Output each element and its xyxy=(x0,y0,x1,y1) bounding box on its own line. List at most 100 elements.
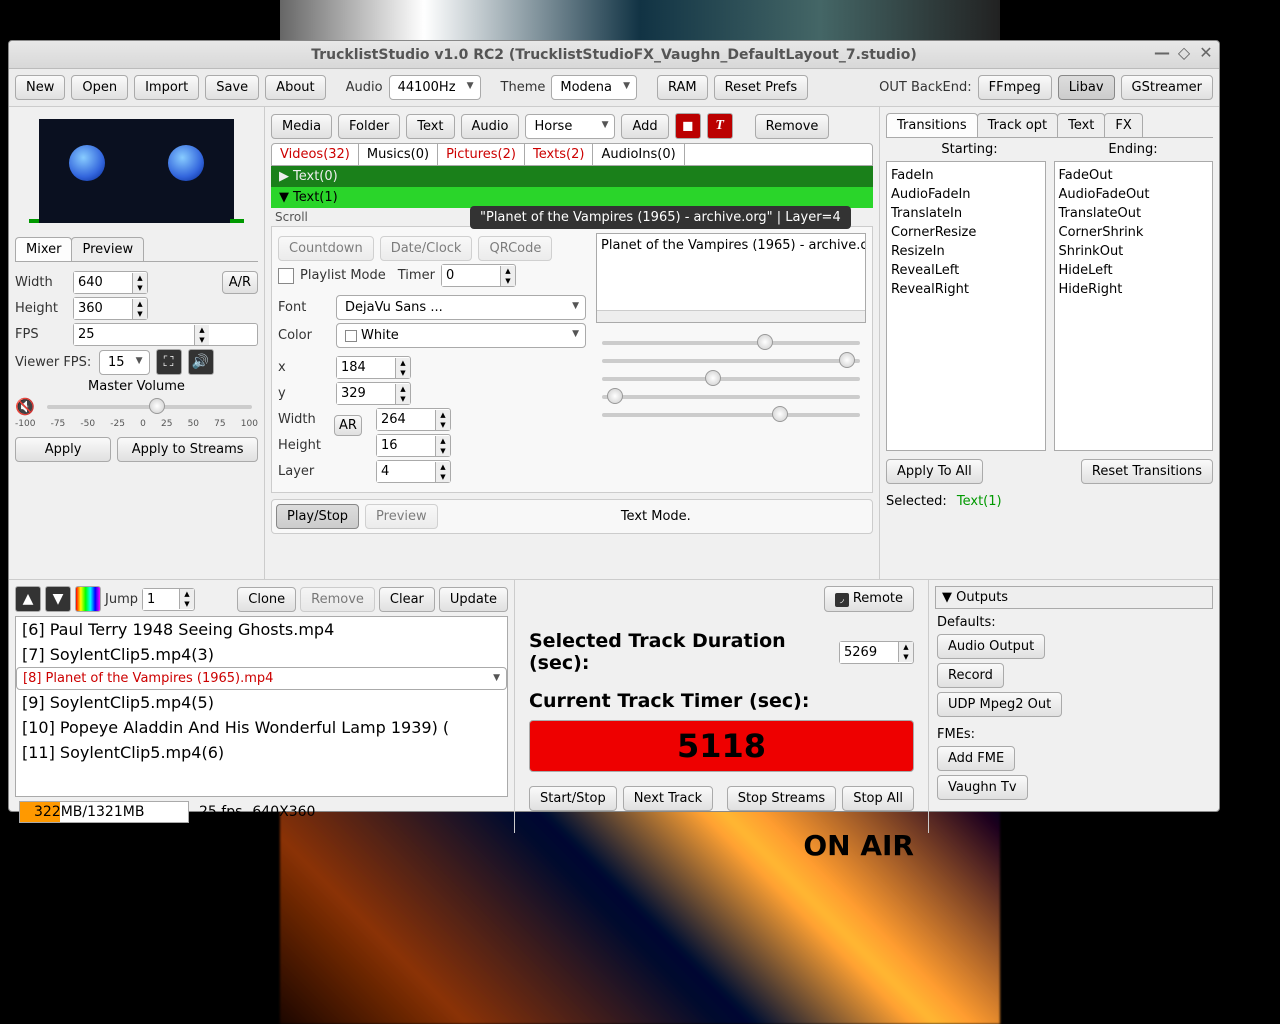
y-input[interactable]: ▲▼ xyxy=(336,382,411,405)
new-button[interactable]: New xyxy=(15,75,65,100)
color-bars-icon[interactable] xyxy=(75,586,101,612)
nexttrack-button[interactable]: Next Track xyxy=(623,786,713,811)
preview-text-button[interactable]: Preview xyxy=(365,504,438,529)
font-select[interactable]: DejaVu Sans ... xyxy=(336,295,586,320)
trackopt-tab[interactable]: Track opt xyxy=(977,113,1058,137)
width-input[interactable]: ▲▼ xyxy=(73,271,148,294)
starting-list[interactable]: FadeInAudioFadeInTranslateInCornerResize… xyxy=(886,161,1046,451)
minimize-icon[interactable]: — xyxy=(1153,44,1171,62)
transitions-tab[interactable]: Transitions xyxy=(886,113,978,137)
videos-tab[interactable]: Videos(32) xyxy=(272,144,359,165)
tree-text1[interactable]: ▼Text(1) xyxy=(271,187,873,208)
apply-button[interactable]: Apply xyxy=(15,437,111,462)
h-input[interactable]: ▲▼ xyxy=(376,434,451,457)
timer-input[interactable]: ▲▼ xyxy=(441,264,516,287)
list-item[interactable]: [10] Popeye Aladdin And His Wonderful La… xyxy=(16,715,507,740)
list-item[interactable]: [8] Planet of the Vampires (1965).mp4 xyxy=(16,667,507,690)
udp-button[interactable]: UDP Mpeg2 Out xyxy=(937,692,1062,717)
playlist[interactable]: [6] Paul Terry 1948 Seeing Ghosts.mp4 [7… xyxy=(15,616,508,797)
tree-text0[interactable]: ▶Text(0) xyxy=(271,166,873,187)
ar-text-button[interactable]: AR xyxy=(334,415,362,436)
jump-input[interactable]: ▲▼ xyxy=(142,588,195,611)
viewerfps-select[interactable]: 15 xyxy=(99,350,150,375)
fps-input[interactable]: ▲▼ xyxy=(73,323,258,346)
audio-select[interactable]: 44100Hz xyxy=(389,75,481,100)
text-fx-tab[interactable]: Text xyxy=(1057,113,1105,137)
media-button[interactable]: Media xyxy=(271,114,332,139)
close-icon[interactable]: ✕ xyxy=(1197,44,1215,62)
w-slider[interactable] xyxy=(602,377,860,381)
apply-all-button[interactable]: Apply To All xyxy=(886,459,983,484)
w-input[interactable]: ▲▼ xyxy=(376,408,451,431)
sel-duration-input[interactable]: ▲▼ xyxy=(839,641,914,664)
vaughn-button[interactable]: Vaughn Tv xyxy=(937,775,1028,800)
h-slider[interactable] xyxy=(602,395,860,399)
rss-icon: ◞ xyxy=(835,593,849,607)
ram-button[interactable]: RAM xyxy=(657,75,708,100)
audioins-tab[interactable]: AudioIns(0) xyxy=(593,144,684,165)
add-button[interactable]: Add xyxy=(621,114,668,139)
x-slider[interactable] xyxy=(602,341,860,345)
startstop-button[interactable]: Start/Stop xyxy=(529,786,617,811)
ar-button[interactable]: A/R xyxy=(222,271,258,294)
stopall-button[interactable]: Stop All xyxy=(842,786,914,811)
gstreamer-button[interactable]: GStreamer xyxy=(1121,75,1213,100)
list-item[interactable]: [7] SoylentClip5.mp4(3) xyxy=(16,642,507,667)
clone-button[interactable]: Clone xyxy=(237,587,296,612)
x-input[interactable]: ▲▼ xyxy=(336,356,411,379)
open-button[interactable]: Open xyxy=(71,75,128,100)
sound-icon[interactable]: 🔊 xyxy=(188,349,214,375)
list-item[interactable]: [6] Paul Terry 1948 Seeing Ghosts.mp4 xyxy=(16,617,507,642)
add-fme-button[interactable]: Add FME xyxy=(937,746,1015,771)
mixer-tab[interactable]: Mixer xyxy=(15,237,72,261)
save-button[interactable]: Save xyxy=(205,75,259,100)
layer-input[interactable]: ▲▼ xyxy=(376,460,451,483)
fullscreen-icon[interactable]: ⛶ xyxy=(156,349,182,375)
outputs-header[interactable]: ▼ Outputs xyxy=(935,586,1213,609)
import-button[interactable]: Import xyxy=(134,75,199,100)
list-item[interactable]: [9] SoylentClip5.mp4(5) xyxy=(16,690,507,715)
pictures-tab[interactable]: Pictures(2) xyxy=(438,144,525,165)
playlist-mode-checkbox[interactable] xyxy=(278,268,294,284)
move-down-icon[interactable]: ▼ xyxy=(45,586,71,612)
about-button[interactable]: About xyxy=(265,75,325,100)
list-item[interactable]: [11] SoylentClip5.mp4(6) xyxy=(16,740,507,765)
folder-button[interactable]: Folder xyxy=(338,114,400,139)
record-button[interactable]: Record xyxy=(937,663,1004,688)
musics-tab[interactable]: Musics(0) xyxy=(359,144,438,165)
audio-button[interactable]: Audio xyxy=(461,114,520,139)
move-up-icon[interactable]: ▲ xyxy=(15,586,41,612)
audio-output-button[interactable]: Audio Output xyxy=(937,634,1045,659)
remove-button[interactable]: Remove xyxy=(755,114,830,139)
source-select[interactable]: Horse xyxy=(525,114,615,139)
reset-prefs-button[interactable]: Reset Prefs xyxy=(714,75,808,100)
color-select[interactable]: White xyxy=(336,323,586,348)
theme-select[interactable]: Modena xyxy=(551,75,637,100)
apply-streams-button[interactable]: Apply to Streams xyxy=(117,437,258,462)
qrcode-button[interactable]: QRCode xyxy=(478,236,552,261)
playstop-button[interactable]: Play/Stop xyxy=(276,504,359,529)
text-preview-field[interactable]: Planet of the Vampires (1965) - archive.… xyxy=(596,233,866,323)
update-button[interactable]: Update xyxy=(439,587,508,612)
clear-button[interactable]: Clear xyxy=(379,587,435,612)
text-button[interactable]: Text xyxy=(406,114,454,139)
height-input[interactable]: ▲▼ xyxy=(73,297,148,320)
remote-button[interactable]: ◞Remote xyxy=(824,586,914,612)
stopstreams-button[interactable]: Stop Streams xyxy=(727,786,837,811)
layer-slider[interactable] xyxy=(602,413,860,417)
text-style-icon[interactable]: T xyxy=(707,113,733,139)
countdown-button[interactable]: Countdown xyxy=(278,236,374,261)
texts-tab[interactable]: Texts(2) xyxy=(525,144,593,165)
volume-slider[interactable] xyxy=(47,405,252,409)
ffmpeg-button[interactable]: FFmpeg xyxy=(978,75,1052,100)
fx-tab[interactable]: FX xyxy=(1104,113,1142,137)
maximize-icon[interactable]: ◇ xyxy=(1175,44,1193,62)
ending-list[interactable]: FadeOutAudioFadeOutTranslateOutCornerShr… xyxy=(1054,161,1214,451)
libav-button[interactable]: Libav xyxy=(1058,75,1115,100)
remove-track-button[interactable]: Remove xyxy=(300,587,375,612)
reset-transitions-button[interactable]: Reset Transitions xyxy=(1081,459,1213,484)
dateclock-button[interactable]: Date/Clock xyxy=(380,236,473,261)
y-slider[interactable] xyxy=(602,359,860,363)
preview-tab[interactable]: Preview xyxy=(71,237,144,261)
stop-rec-icon[interactable]: ◼ xyxy=(675,113,701,139)
